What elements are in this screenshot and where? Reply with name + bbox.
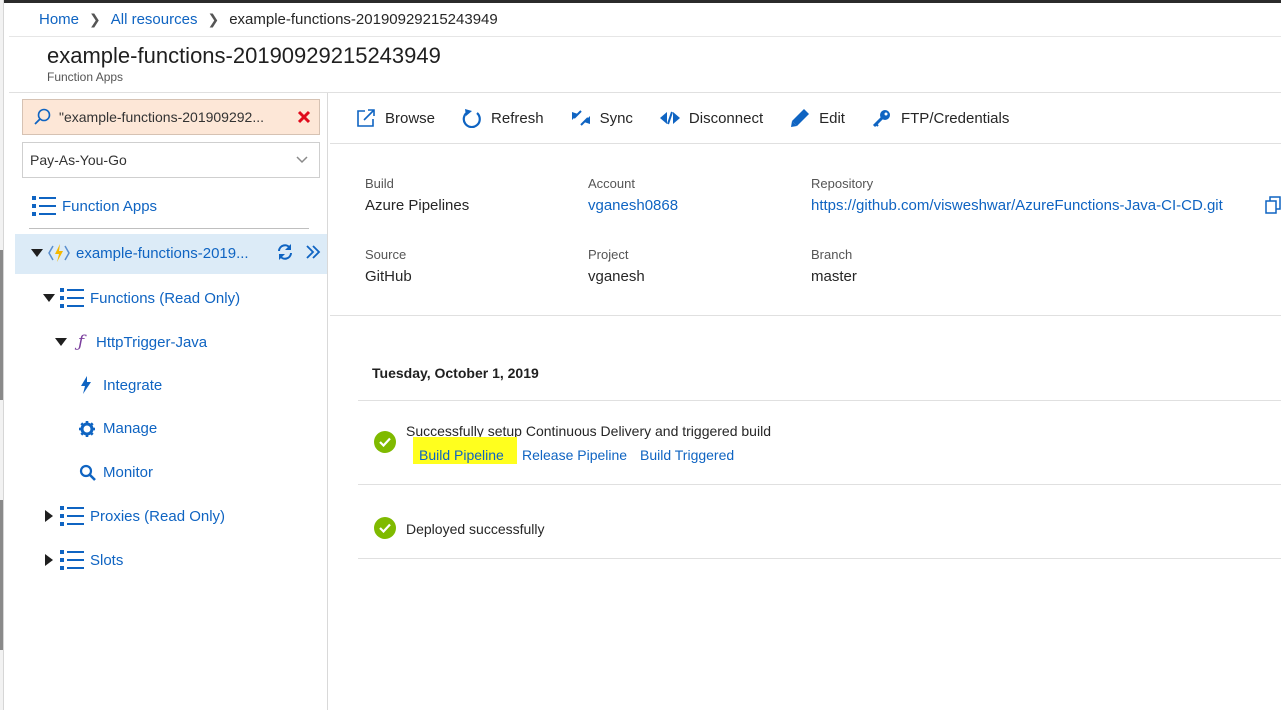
list-icon (60, 550, 84, 570)
list-icon (60, 288, 84, 308)
slots-label: Slots (90, 551, 124, 569)
edit-button[interactable]: Edit (790, 108, 845, 128)
function-apps-node[interactable]: Function Apps (32, 195, 157, 217)
release-pipeline-link[interactable]: Release Pipeline (522, 447, 627, 463)
account-label: Account (588, 176, 635, 191)
project-label: Project (588, 247, 629, 262)
copy-icon[interactable] (1265, 196, 1281, 214)
refresh-icon[interactable] (276, 243, 294, 261)
pencil-icon (791, 109, 810, 127)
divider (358, 558, 1281, 559)
success-check-icon (374, 517, 396, 539)
breadcrumb: Home ❯ All resources ❯ example-functions… (39, 11, 498, 28)
account-link[interactable]: vganesh0868 (588, 197, 678, 214)
divider (358, 484, 1281, 485)
sync-label: Sync (599, 109, 633, 127)
list-icon (60, 506, 84, 526)
browse-label: Browse (385, 109, 436, 127)
build-label: Build (365, 176, 394, 191)
search-icon (34, 108, 51, 125)
build-triggered-link[interactable]: Build Triggered (640, 447, 734, 463)
breadcrumb-home[interactable]: Home (39, 11, 79, 28)
function-node-httptrigger[interactable]: ƒ HttpTrigger-Java (53, 332, 207, 352)
disconnect-label: Disconnect (688, 109, 764, 127)
function-name-label: HttpTrigger-Java (96, 333, 208, 351)
branch-value: master (811, 268, 857, 285)
command-toolbar: Browse Refresh Sync Disconnect Edit FTP/… (330, 93, 1281, 144)
function-icon: ƒ (77, 332, 85, 352)
browse-button[interactable]: Browse (356, 108, 435, 128)
ftp-credentials-label: FTP/Credentials (900, 109, 1010, 127)
function-app-icon (48, 244, 70, 262)
caret-down-icon[interactable] (41, 294, 57, 302)
list-icon (32, 196, 56, 216)
gear-icon (79, 420, 95, 437)
side-edge (0, 0, 4, 710)
sync-button[interactable]: Sync (571, 108, 633, 128)
slots-node[interactable]: Slots (41, 549, 123, 571)
search-input-value: "example-functions-201909292... (59, 109, 264, 125)
resource-search-input[interactable]: "example-functions-201909292... (22, 99, 320, 135)
success-check-icon (374, 431, 396, 453)
repository-link[interactable]: https://github.com/visweshwar/AzureFunct… (811, 197, 1223, 214)
breadcrumb-all-resources[interactable]: All resources (111, 11, 198, 28)
chevron-right-icon: ❯ (89, 11, 101, 27)
edit-label: Edit (819, 109, 845, 127)
breadcrumb-current: example-functions-20190929215243949 (229, 11, 498, 28)
lightning-icon (81, 376, 91, 394)
expand-panel-icon[interactable] (305, 244, 321, 260)
window-top-edge (0, 0, 1281, 3)
sync-icon (571, 110, 590, 126)
resource-tree-panel: "example-functions-201909292... Pay-As-Y… (15, 93, 328, 710)
subscription-dropdown[interactable]: Pay-As-You-Go (22, 142, 320, 178)
disconnect-button[interactable]: Disconnect (659, 108, 764, 128)
branch-label: Branch (811, 247, 853, 262)
divider (358, 400, 1281, 401)
build-pipeline-link[interactable]: Build Pipeline (419, 447, 504, 463)
ftp-credentials-button[interactable]: FTP/Credentials (872, 108, 1009, 128)
page-subtitle: Function Apps (47, 70, 124, 84)
clear-search-icon[interactable] (289, 110, 319, 124)
key-icon (872, 110, 890, 128)
divider (330, 315, 1281, 316)
caret-right-icon[interactable] (41, 510, 57, 522)
repository-label: Repository (811, 176, 874, 191)
open-external-icon (357, 109, 375, 127)
monitor-node[interactable]: Monitor (79, 464, 153, 481)
caret-down-icon[interactable] (53, 338, 69, 346)
caret-down-icon[interactable] (29, 249, 45, 257)
refresh-label: Refresh (491, 109, 544, 127)
functions-node[interactable]: Functions (Read Only) (41, 287, 240, 309)
refresh-icon (462, 109, 481, 128)
edge-marker (0, 500, 3, 650)
chevron-right-icon: ❯ (207, 11, 220, 27)
source-value: GitHub (365, 268, 412, 285)
monitor-label: Monitor (103, 464, 154, 481)
refresh-button[interactable]: Refresh (462, 108, 544, 128)
manage-node[interactable]: Manage (79, 420, 157, 437)
caret-right-icon[interactable] (41, 554, 57, 566)
build-value: Azure Pipelines (365, 197, 470, 214)
log-date-heading: Tuesday, October 1, 2019 (372, 365, 539, 381)
app-node[interactable]: example-functions-2019... (29, 243, 249, 263)
project-value: vganesh (588, 268, 645, 285)
disconnect-icon (659, 111, 680, 125)
proxies-label: Proxies (Read Only) (90, 507, 226, 525)
subscription-value: Pay-As-You-Go (30, 152, 127, 168)
function-apps-label: Function Apps (62, 197, 158, 215)
page-title: example-functions-20190929215243949 (47, 43, 441, 68)
edge-marker (0, 250, 3, 400)
functions-label: Functions (Read Only) (90, 289, 241, 307)
divider (29, 228, 309, 229)
integrate-node[interactable]: Integrate (79, 376, 162, 394)
integrate-label: Integrate (103, 376, 163, 394)
source-label: Source (365, 247, 407, 262)
proxies-node[interactable]: Proxies (Read Only) (41, 505, 225, 527)
chevron-down-icon (296, 156, 308, 164)
divider (9, 36, 1281, 37)
manage-label: Manage (103, 420, 158, 437)
app-node-label: example-functions-2019... (76, 244, 249, 262)
event-message: Deployed successfully (406, 521, 545, 537)
search-icon (79, 464, 96, 481)
